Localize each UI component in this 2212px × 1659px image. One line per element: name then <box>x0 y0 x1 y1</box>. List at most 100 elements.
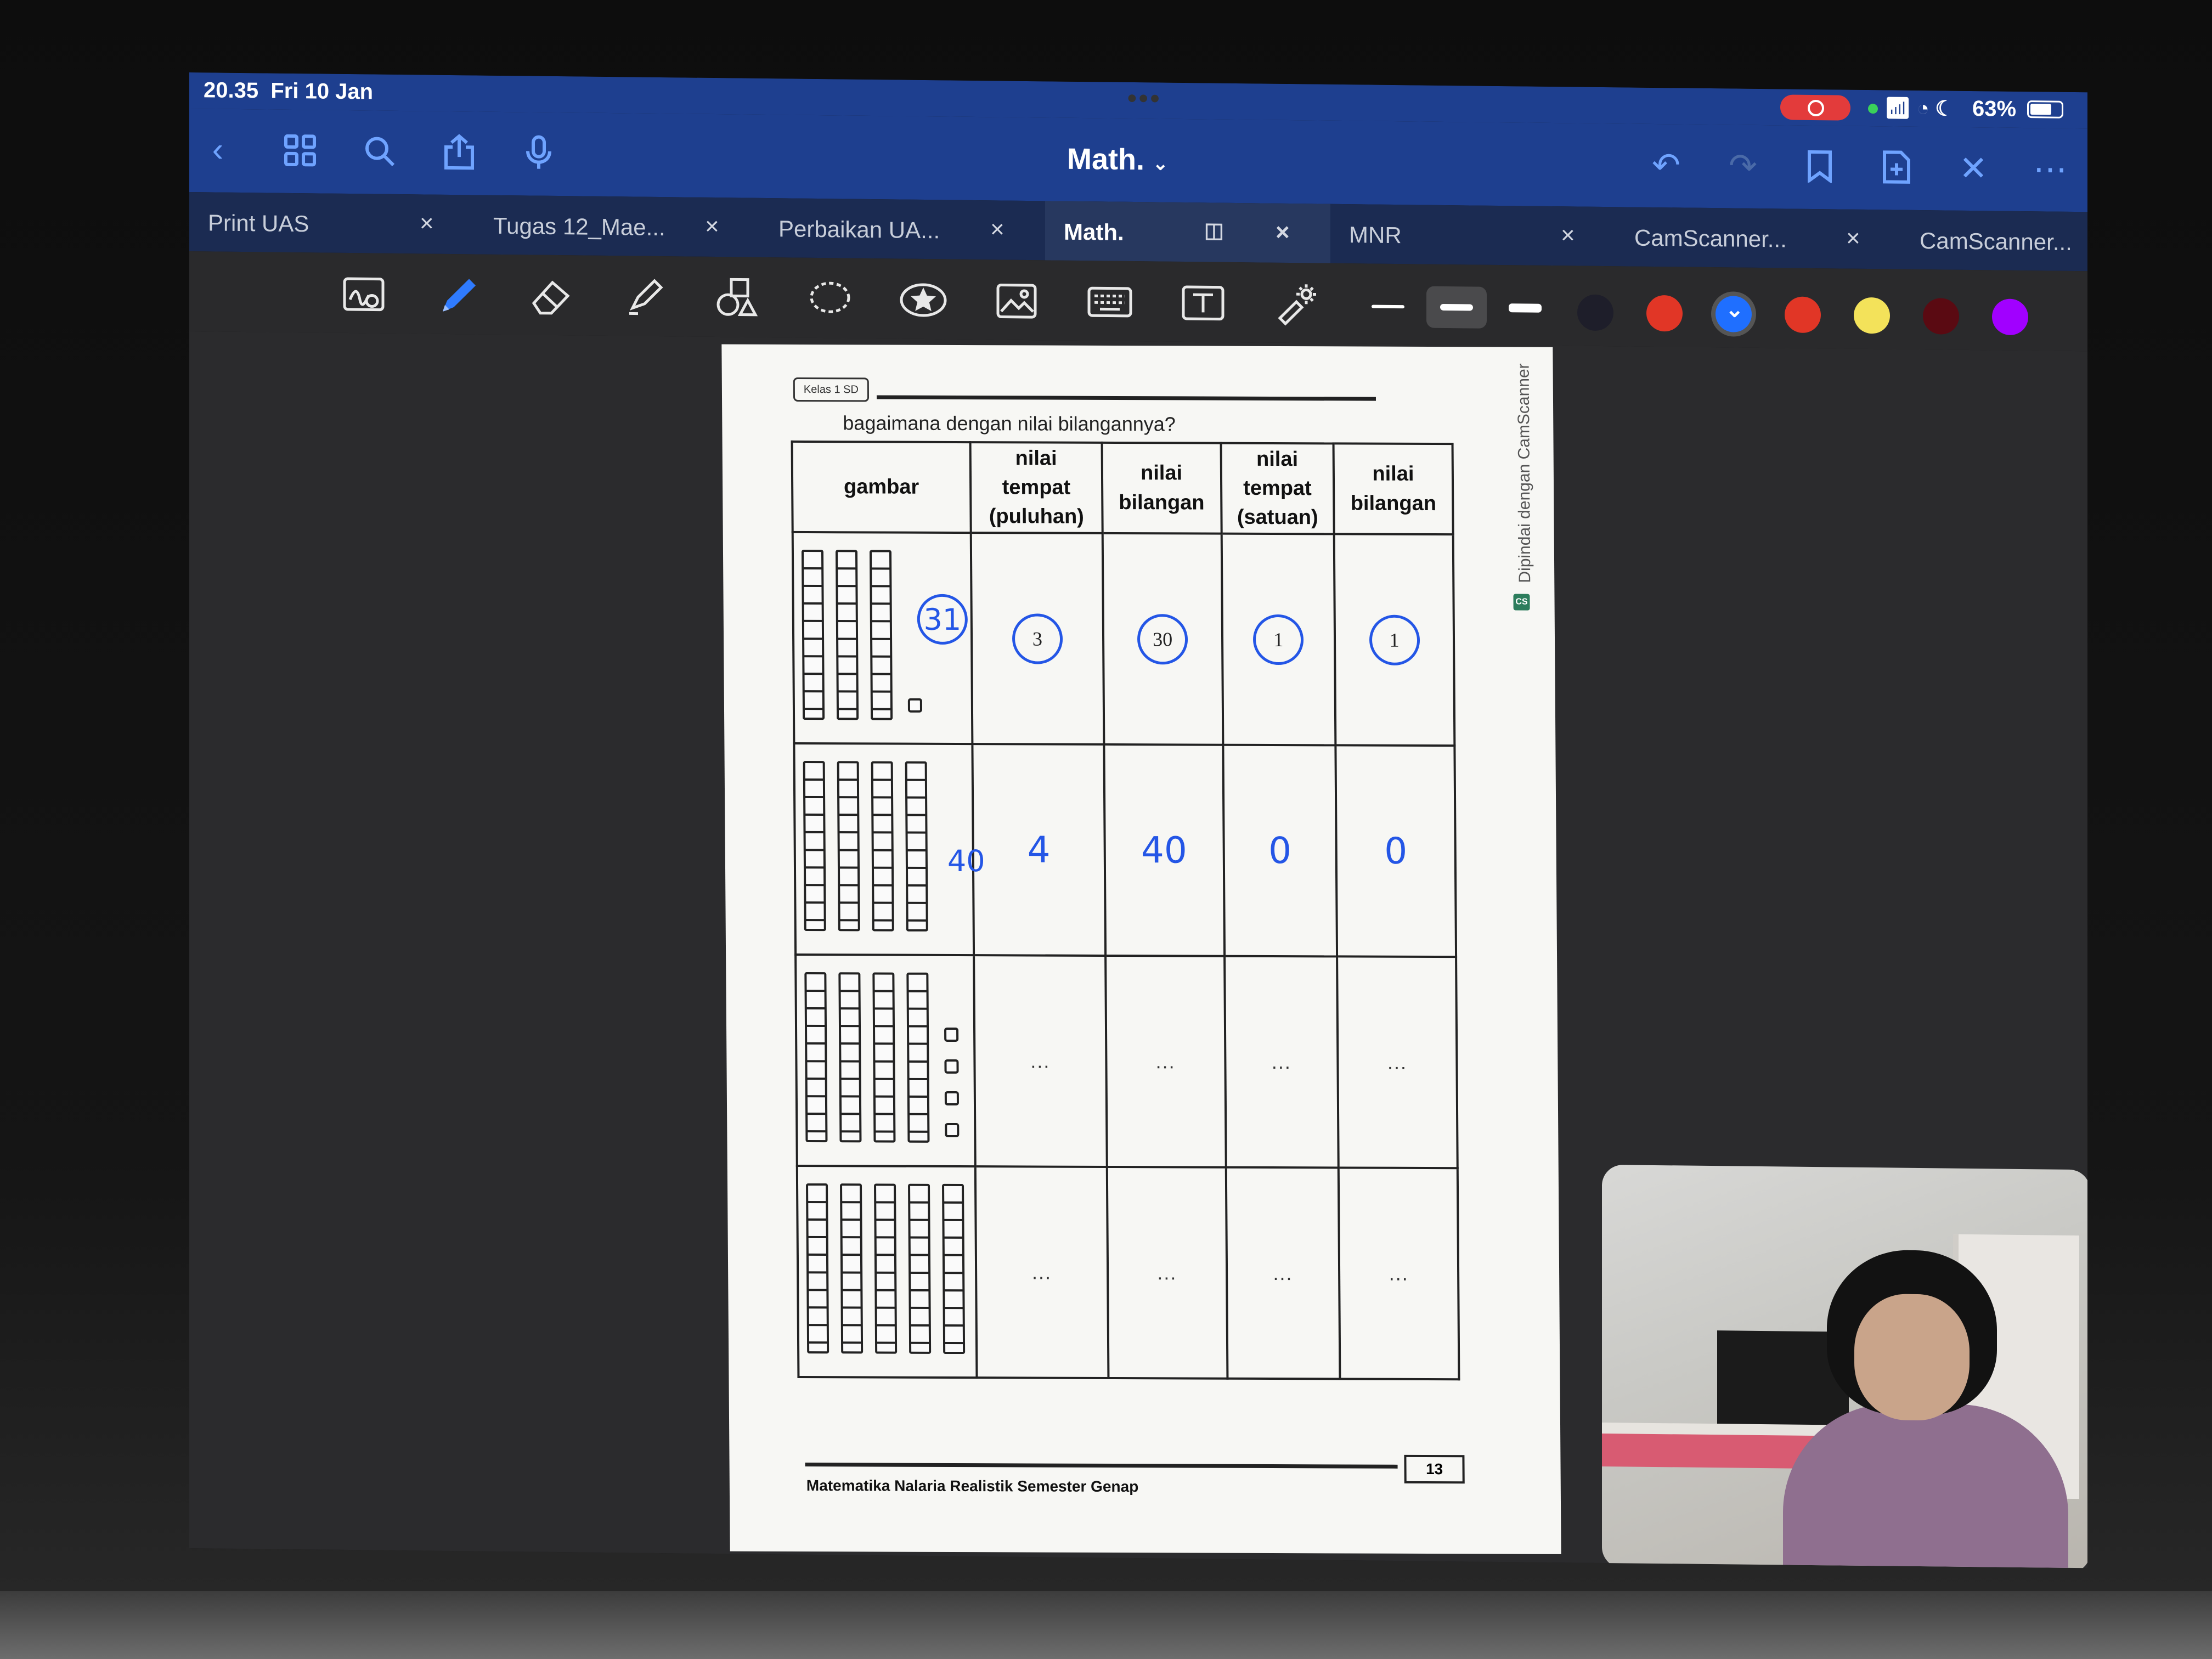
lasso-tool-icon[interactable] <box>804 274 856 324</box>
blank-answer: ... <box>1389 1262 1409 1285</box>
document-canvas[interactable]: Kelas 1 SD bagaimana dengan nilai bilang… <box>189 331 2087 1568</box>
close-icon[interactable]: × <box>1561 222 1575 249</box>
page-number: 13 <box>1404 1454 1465 1484</box>
pen-tool-icon[interactable] <box>431 270 483 320</box>
handwritten-answer: 4 <box>1027 828 1051 871</box>
table-row: 31 3 30 1 1 <box>792 532 1455 746</box>
elements-tool-icon[interactable] <box>897 275 950 325</box>
answer-cell[interactable]: ... <box>1107 1166 1228 1379</box>
back-chevron-icon[interactable]: ‹ <box>195 126 241 173</box>
close-icon[interactable]: × <box>1846 225 1860 252</box>
color-swatch-maroon[interactable] <box>1923 298 1959 335</box>
laser-pointer-icon[interactable] <box>1270 279 1323 329</box>
keyboard-tool-icon[interactable] <box>1084 277 1136 327</box>
answer-cell[interactable]: 1 <box>1221 533 1336 746</box>
close-icon[interactable]: × <box>420 210 434 237</box>
tab-perbaikan-ua[interactable]: Perbaikan UA... × <box>760 198 1045 260</box>
answer-cell[interactable]: 30 <box>1102 533 1223 745</box>
color-swatch-purple[interactable] <box>1992 298 2028 336</box>
add-page-icon[interactable] <box>1874 144 1920 190</box>
close-icon[interactable]: × <box>1276 219 1290 246</box>
color-swatch-blue[interactable] <box>1716 296 1752 332</box>
document-title[interactable]: Math. ⌄ <box>1067 142 1169 177</box>
tab-camscanner-2[interactable]: CamScanner... <box>1901 210 2087 272</box>
tab-math[interactable]: Math. ◫ × <box>1045 201 1330 263</box>
search-icon[interactable] <box>357 128 403 174</box>
close-toolbar-icon[interactable]: ✕ <box>1950 145 1996 191</box>
answer-cell[interactable]: 0 <box>1335 745 1457 957</box>
multitask-dots[interactable]: ••• <box>1127 83 1161 114</box>
header-rule <box>876 395 1376 401</box>
answer-cell[interactable]: ... <box>975 1166 1109 1378</box>
close-icon[interactable]: × <box>990 216 1005 243</box>
ten-rod <box>874 1183 898 1354</box>
video-call-pip[interactable] <box>1602 1164 2087 1568</box>
table-row: ............ <box>797 1165 1459 1380</box>
grid-view-icon[interactable] <box>277 127 323 174</box>
stroke-medium-option[interactable] <box>1426 286 1487 329</box>
more-options-icon[interactable]: ⋯ <box>2027 145 2073 192</box>
battery-percent: 63% <box>1972 97 2017 121</box>
answer-cell[interactable]: ... <box>1105 955 1226 1167</box>
highlighter-tool-icon[interactable] <box>617 272 670 322</box>
status-time: 20.35 Fri 10 Jan <box>204 78 374 104</box>
screen-recording-indicator[interactable] <box>1780 94 1850 121</box>
bookmark-icon[interactable] <box>1797 143 1843 190</box>
answer-cell[interactable]: ... <box>1226 1167 1340 1379</box>
scanner-watermark: Dipindai dengan CamScanner <box>1514 363 1534 583</box>
camera-in-use-dot <box>1868 104 1878 114</box>
color-swatch-black[interactable] <box>1577 294 1613 331</box>
ten-rod <box>908 1183 932 1354</box>
stroke-thin-option[interactable] <box>1358 285 1418 328</box>
answer-cell[interactable]: 40 <box>1104 744 1224 956</box>
answer-cell[interactable]: ... <box>1337 956 1458 1169</box>
circled-answer: 3 <box>1012 613 1063 664</box>
close-icon[interactable]: × <box>705 213 719 240</box>
circled-answer: 1 <box>1253 614 1304 665</box>
ten-rod <box>801 549 825 720</box>
ten-rod <box>837 761 860 932</box>
answer-cell[interactable]: ... <box>1338 1167 1459 1380</box>
share-icon[interactable] <box>436 129 482 176</box>
color-swatch-yellow[interactable] <box>1854 297 1890 334</box>
one-cube <box>944 1091 960 1106</box>
blank-answer: ... <box>1030 1049 1051 1073</box>
question-text: bagaimana dengan nilai bilangannya? <box>843 411 1176 436</box>
stroke-thick-option[interactable] <box>1495 287 1555 329</box>
color-swatch-red-2[interactable] <box>1785 296 1821 334</box>
handwritten-answer: 0 <box>1268 829 1292 872</box>
answer-cell[interactable]: 1 <box>1334 534 1455 746</box>
one-cube <box>907 698 923 713</box>
worksheet-page[interactable]: Kelas 1 SD bagaimana dengan nilai bilang… <box>721 344 1561 1554</box>
header-nilai-bilangan-2: nilai bilangan <box>1333 443 1453 535</box>
answer-cell[interactable]: 0 <box>1222 744 1338 957</box>
tab-print-uas[interactable]: Print UAS × <box>189 192 475 254</box>
blank-answer: ... <box>1155 1049 1176 1073</box>
block-picture-cell: 31 <box>792 532 973 744</box>
book-title-footer: Matematika Nalaria Realistik Semester Ge… <box>806 1477 1139 1496</box>
microphone-icon[interactable] <box>516 129 562 176</box>
ipad-screen: 20.35 Fri 10 Jan ••• 📶︎ ◔ ☾ 63% ‹ Math. … <box>189 72 2087 1568</box>
table-header-row: gambar nilai tempat (puluhan) nilai bila… <box>792 441 1453 535</box>
image-tool-icon[interactable] <box>990 276 1043 326</box>
battery-icon <box>2027 100 2063 119</box>
split-view-icon[interactable]: ◫ <box>1204 218 1224 242</box>
text-box-tool-icon[interactable] <box>1177 278 1229 328</box>
class-label: Kelas 1 SD <box>793 377 870 402</box>
ten-rod <box>804 972 828 1143</box>
redo-icon[interactable]: ↷ <box>1720 142 1766 189</box>
handwritten-answer: 40 <box>1141 829 1188 872</box>
answer-cell[interactable]: 4 <box>972 744 1105 956</box>
undo-icon[interactable]: ↶ <box>1643 142 1689 188</box>
eraser-tool-icon[interactable] <box>524 271 577 321</box>
wifi-icon: 📶︎ ◔ ☾ <box>1884 97 1954 121</box>
tab-camscanner-1[interactable]: CamScanner... × <box>1616 207 1901 269</box>
answer-cell[interactable]: 3 <box>970 533 1104 744</box>
shapes-tool-icon[interactable] <box>710 273 763 323</box>
answer-cell[interactable]: ... <box>1224 956 1339 1168</box>
tab-mnr[interactable]: MNR × <box>1330 204 1616 266</box>
tab-tugas-12[interactable]: Tugas 12_Mae... × <box>475 195 760 257</box>
color-swatch-red[interactable] <box>1646 295 1683 332</box>
zoom-window-icon[interactable] <box>337 269 390 319</box>
answer-cell[interactable]: ... <box>974 955 1107 1167</box>
